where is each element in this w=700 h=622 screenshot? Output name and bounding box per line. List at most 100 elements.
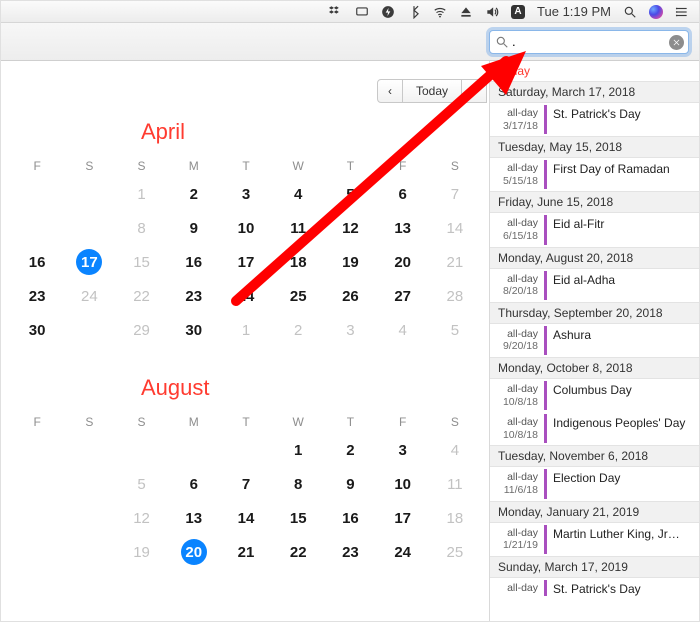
calendar-day[interactable]: 8 [115, 211, 167, 245]
calendar-day[interactable] [63, 313, 115, 347]
dropbox-icon[interactable] [329, 5, 343, 19]
result-event-row[interactable]: all-day11/6/18Election Day [490, 467, 699, 500]
result-event-row[interactable]: all-day5/15/18First Day of Ramadan [490, 158, 699, 191]
calendar-day[interactable]: 25 [429, 535, 481, 569]
calendar-day[interactable]: 11 [429, 467, 481, 501]
calendar-day[interactable]: 24 [377, 535, 429, 569]
calendar-day[interactable]: 22 [272, 535, 324, 569]
calendar-day[interactable]: 9 [324, 467, 376, 501]
calendar-day[interactable]: 24 [63, 279, 115, 313]
calendar-day[interactable]: 18 [272, 245, 324, 279]
calendar-day[interactable]: 8 [272, 467, 324, 501]
calendar-day[interactable] [63, 211, 115, 245]
calendar-day[interactable]: 10 [220, 211, 272, 245]
calendar-day[interactable]: 19 [324, 245, 376, 279]
calendar-day[interactable] [11, 211, 63, 245]
calendar-day[interactable]: 20 [377, 245, 429, 279]
calendar-day[interactable]: 13 [168, 501, 220, 535]
calendar-day[interactable]: 3 [324, 313, 376, 347]
wifi-icon[interactable] [433, 5, 447, 19]
calendar-day[interactable]: 23 [11, 279, 63, 313]
calendar-day[interactable]: 5 [429, 313, 481, 347]
calendar-day[interactable]: 21 [429, 245, 481, 279]
calendar-day[interactable]: 23 [324, 535, 376, 569]
calendar-day[interactable]: 7 [429, 177, 481, 211]
calendar-day[interactable]: 13 [377, 211, 429, 245]
calendar-day[interactable]: 15 [115, 245, 167, 279]
result-event-row[interactable]: all-day6/15/18Eid al-Fitr [490, 213, 699, 246]
calendar-day[interactable]: 4 [272, 177, 324, 211]
calendar-day[interactable] [11, 535, 63, 569]
calendar-day[interactable]: 28 [429, 279, 481, 313]
calendar-day[interactable]: 23 [168, 279, 220, 313]
bolt-icon[interactable] [381, 5, 395, 19]
calendar-day[interactable]: 24 [220, 279, 272, 313]
calendar-day[interactable] [11, 177, 63, 211]
calendar-day[interactable]: 1 [115, 177, 167, 211]
clear-search-icon[interactable] [669, 35, 684, 50]
result-event-row[interactable]: all-day8/20/18Eid al-Adha [490, 269, 699, 302]
calendar-day[interactable]: 15 [272, 501, 324, 535]
menubar-clock[interactable]: Tue 1:19 PM [537, 4, 611, 19]
calendar-day[interactable]: 20 [168, 535, 220, 569]
result-event-row[interactable]: all-day1/21/19Martin Luther King, Jr… [490, 523, 699, 556]
result-event-row[interactable]: all-day9/20/18Ashura [490, 324, 699, 357]
calendar-day[interactable]: 10 [377, 467, 429, 501]
eject-icon[interactable] [459, 5, 473, 19]
calendar-day[interactable]: 12 [115, 501, 167, 535]
calendar-day[interactable]: 29 [115, 313, 167, 347]
calendar-day[interactable]: 14 [429, 211, 481, 245]
calendar-day[interactable]: 19 [115, 535, 167, 569]
calendar-day[interactable] [63, 467, 115, 501]
calendar-day[interactable]: 12 [324, 211, 376, 245]
calendar-day[interactable]: 1 [220, 313, 272, 347]
calendar-day[interactable]: 30 [11, 313, 63, 347]
result-event-row[interactable]: all-day3/17/18St. Patrick's Day [490, 103, 699, 136]
calendar-day[interactable]: 6 [168, 467, 220, 501]
calendar-day[interactable]: 17 [63, 245, 115, 279]
calendar-day[interactable]: 3 [220, 177, 272, 211]
calendar-day[interactable]: 7 [220, 467, 272, 501]
calendar-day[interactable]: 30 [168, 313, 220, 347]
calendar-day[interactable]: 6 [377, 177, 429, 211]
search-input[interactable] [512, 34, 666, 49]
calendar-day[interactable]: 26 [324, 279, 376, 313]
display-icon[interactable] [355, 5, 369, 19]
calendar-day[interactable]: 16 [168, 245, 220, 279]
calendar-day[interactable]: 4 [377, 313, 429, 347]
calendar-day[interactable]: 2 [168, 177, 220, 211]
calendar-day[interactable]: 21 [220, 535, 272, 569]
calendar-day[interactable] [63, 501, 115, 535]
bluetooth-icon[interactable] [407, 5, 421, 19]
calendar-day[interactable]: 22 [115, 279, 167, 313]
calendar-day[interactable]: 27 [377, 279, 429, 313]
calendar-day[interactable]: 2 [272, 313, 324, 347]
calendar-day[interactable] [11, 501, 63, 535]
notification-center-icon[interactable] [675, 5, 689, 19]
calendar-day[interactable] [115, 433, 167, 467]
calendar-day[interactable]: 16 [11, 245, 63, 279]
input-source-badge[interactable]: A [511, 5, 525, 19]
spotlight-icon[interactable] [623, 5, 637, 19]
calendar-day[interactable]: 11 [272, 211, 324, 245]
calendar-day[interactable]: 16 [324, 501, 376, 535]
calendar-day[interactable]: 5 [324, 177, 376, 211]
calendar-day[interactable]: 17 [377, 501, 429, 535]
calendar-day[interactable] [168, 433, 220, 467]
calendar-day[interactable] [63, 535, 115, 569]
calendar-day[interactable]: 18 [429, 501, 481, 535]
calendar-day[interactable]: 17 [220, 245, 272, 279]
result-event-row[interactable]: all-day10/8/18Columbus Day [490, 379, 699, 412]
calendar-day[interactable]: 25 [272, 279, 324, 313]
calendar-day[interactable]: 14 [220, 501, 272, 535]
result-event-row[interactable]: all-daySt. Patrick's Day [490, 578, 699, 599]
siri-icon[interactable] [649, 5, 663, 19]
result-event-row[interactable]: all-day10/8/18Indigenous Peoples' Day [490, 412, 699, 445]
calendar-day[interactable]: 4 [429, 433, 481, 467]
calendar-day[interactable] [11, 467, 63, 501]
calendar-day[interactable]: 1 [272, 433, 324, 467]
calendar-day[interactable] [220, 433, 272, 467]
calendar-day[interactable] [11, 433, 63, 467]
calendar-day[interactable]: 2 [324, 433, 376, 467]
calendar-day[interactable]: 9 [168, 211, 220, 245]
